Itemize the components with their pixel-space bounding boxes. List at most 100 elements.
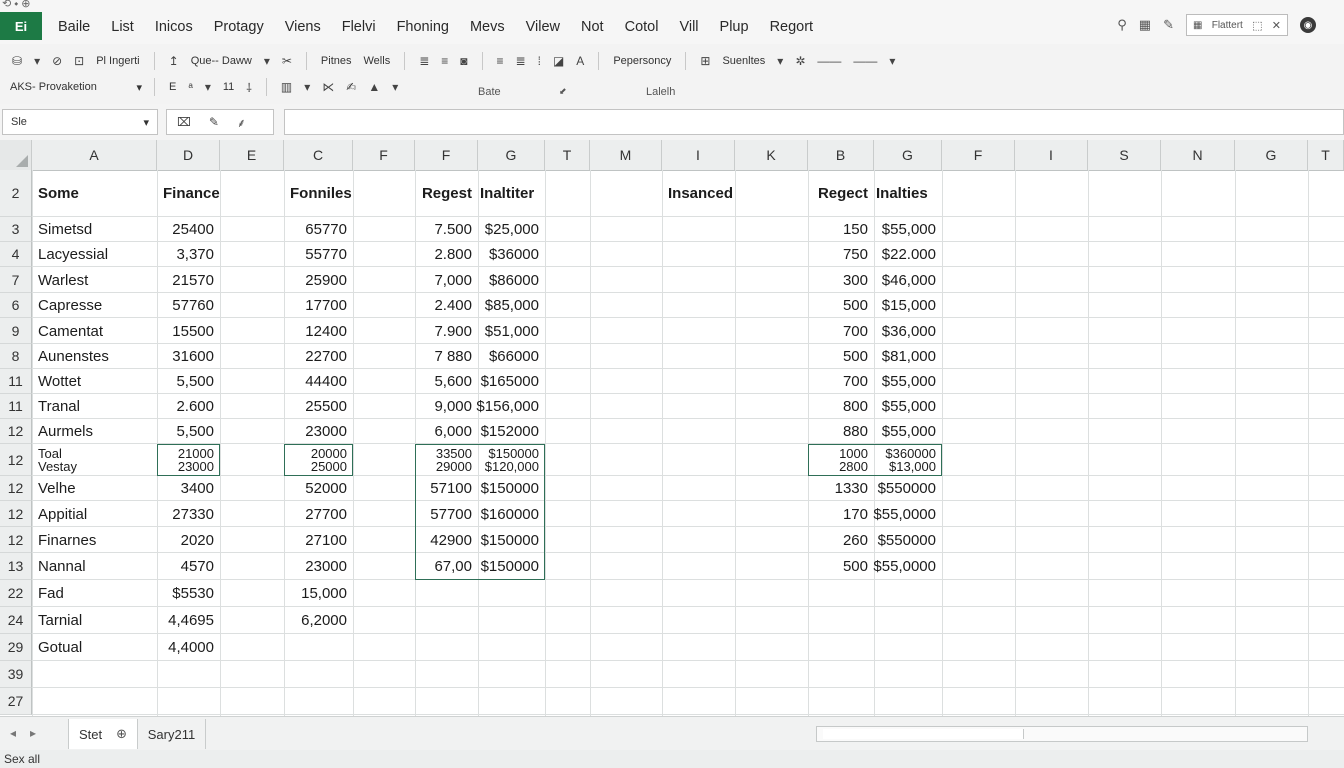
app-logo[interactable]: Ei: [0, 12, 42, 40]
menu-item-4[interactable]: Viens: [285, 19, 321, 35]
row-header[interactable]: 12: [0, 527, 32, 553]
row-header[interactable]: 39: [0, 661, 32, 688]
menu-item-13[interactable]: Regort: [770, 19, 814, 35]
row-header[interactable]: 27: [0, 688, 32, 715]
table-cell[interactable]: 52000: [284, 476, 353, 501]
chevron-down-icon[interactable]: ▾: [143, 116, 149, 129]
column-header-2[interactable]: E: [220, 140, 284, 170]
comments-icon[interactable]: ▦: [1139, 17, 1151, 33]
table-cell[interactable]: 1000 2800: [808, 444, 874, 476]
italic-icon[interactable]: ᵃ: [188, 80, 192, 94]
share-icon[interactable]: ⚲: [1117, 17, 1127, 33]
fill-icon[interactable]: ⋉: [322, 80, 334, 94]
menu-item-6[interactable]: Fhoning: [397, 19, 449, 35]
table-cell[interactable]: 170: [808, 501, 874, 527]
table-cell[interactable]: 65770: [284, 217, 353, 242]
table-cell[interactable]: $66000: [478, 344, 545, 369]
menu-item-10[interactable]: Cotol: [625, 19, 659, 35]
styles-icon[interactable]: ⊞: [700, 54, 710, 68]
row-header[interactable]: 6: [0, 293, 32, 318]
table-cell[interactable]: Warlest: [32, 267, 157, 293]
table-cell[interactable]: $55,0000: [873, 501, 942, 527]
table-cell[interactable]: 25900: [284, 267, 353, 293]
table-cell[interactable]: 33500 29000: [415, 444, 478, 476]
tab-scroll-right-icon[interactable]: ▸: [30, 726, 36, 740]
table-cell[interactable]: $36,000: [874, 318, 942, 344]
chevron-down-icon[interactable]: ▾: [777, 54, 783, 68]
align-right-icon[interactable]: ≣: [516, 54, 526, 68]
clipboard-icon[interactable]: ⊡: [74, 54, 84, 68]
table-cell[interactable]: $86000: [478, 267, 545, 293]
column-header-0[interactable]: A: [32, 140, 157, 170]
menu-item-12[interactable]: Plup: [720, 19, 749, 35]
table-cell[interactable]: $550000: [874, 476, 942, 501]
table-cell[interactable]: 700: [808, 369, 874, 394]
group-expand-icon[interactable]: ⬋: [559, 86, 567, 97]
quick-access-icon[interactable]: ⟲ ⬩ ⊕: [2, 0, 31, 11]
report-button[interactable]: Pl Ingerti: [96, 55, 139, 67]
table-cell[interactable]: 20000 25000: [284, 444, 353, 476]
table-cell[interactable]: $46,000: [874, 267, 942, 293]
query-button[interactable]: Que-- Daww: [191, 55, 252, 67]
number-format-icon[interactable]: ⁞: [538, 54, 541, 68]
row-header[interactable]: 4: [0, 242, 32, 267]
table-cell[interactable]: 9,000: [415, 394, 478, 419]
align-center-icon[interactable]: ≡: [441, 54, 448, 68]
avatar[interactable]: ◉: [1300, 17, 1316, 33]
menu-item-9[interactable]: Not: [581, 19, 604, 35]
column-header-3[interactable]: C: [284, 140, 353, 170]
row-header[interactable]: 24: [0, 607, 32, 634]
table-cell[interactable]: 4,4695: [157, 607, 220, 634]
table-cell[interactable]: 500: [808, 293, 874, 318]
chart-icon[interactable]: ◪: [553, 54, 564, 68]
menu-item-11[interactable]: Vill: [679, 19, 698, 35]
dropdown-icon[interactable]: ▾: [34, 54, 40, 68]
highlight-icon[interactable]: ▲: [368, 80, 380, 94]
table-cell[interactable]: 44400: [284, 369, 353, 394]
table-cell[interactable]: 800: [808, 394, 874, 419]
table-cell[interactable]: $165000: [478, 369, 545, 394]
table-cell[interactable]: 25500: [284, 394, 353, 419]
table-cell[interactable]: Appitial: [32, 501, 157, 527]
column-header-14[interactable]: I: [1015, 140, 1088, 170]
table-cell[interactable]: $150000: [478, 553, 545, 580]
menu-item-8[interactable]: Vilew: [526, 19, 560, 35]
formula-input[interactable]: [284, 109, 1344, 135]
header-cell[interactable]: Inaltiter: [478, 170, 545, 217]
account-box[interactable]: ▦ Flattert ⬚ ✕: [1186, 14, 1288, 36]
row-header[interactable]: 11: [0, 369, 32, 394]
table-cell[interactable]: Finarnes: [32, 527, 157, 553]
table-cell[interactable]: 7.500: [415, 217, 478, 242]
table-cell[interactable]: 67,00: [415, 553, 478, 580]
header-cell[interactable]: Finance: [157, 170, 220, 217]
table-cell[interactable]: 15500: [157, 318, 220, 344]
table-cell[interactable]: 6,2000: [284, 607, 353, 634]
table-cell[interactable]: $5530: [157, 580, 220, 607]
table-cell[interactable]: $15,000: [874, 293, 942, 318]
indent-icon[interactable]: ≡: [497, 54, 504, 68]
table-cell[interactable]: 5,500: [157, 419, 220, 444]
eraser-icon[interactable]: ✍: [346, 80, 356, 94]
table-cell[interactable]: Toal Vestay: [32, 444, 157, 476]
column-header-12[interactable]: G: [874, 140, 942, 170]
table-cell[interactable]: 57100: [415, 476, 478, 501]
row-header[interactable]: 9: [0, 318, 32, 344]
scrollbar-thumb[interactable]: [823, 729, 1024, 739]
font-size-value[interactable]: 11: [223, 81, 234, 93]
table-cell[interactable]: $36000: [478, 242, 545, 267]
line-style-icon[interactable]: ——: [853, 54, 877, 68]
table-cell[interactable]: 7,000: [415, 267, 478, 293]
font-color-icon[interactable]: A: [576, 54, 584, 68]
chevron-down-icon[interactable]: ▾: [205, 80, 211, 94]
sort-icon[interactable]: ↥: [169, 54, 179, 68]
row-header[interactable]: 3: [0, 217, 32, 242]
table-cell[interactable]: 55770: [284, 242, 353, 267]
column-header-15[interactable]: S: [1088, 140, 1161, 170]
row-header[interactable]: 12: [0, 476, 32, 501]
table-cell[interactable]: Fad: [32, 580, 157, 607]
table-cell[interactable]: 1330: [808, 476, 874, 501]
row-header[interactable]: 2: [0, 170, 32, 217]
format-painter-icon[interactable]: ⊘: [52, 54, 62, 68]
horizontal-scrollbar[interactable]: [816, 726, 1308, 742]
insert-function-icon[interactable]: ⸙: [237, 114, 246, 131]
